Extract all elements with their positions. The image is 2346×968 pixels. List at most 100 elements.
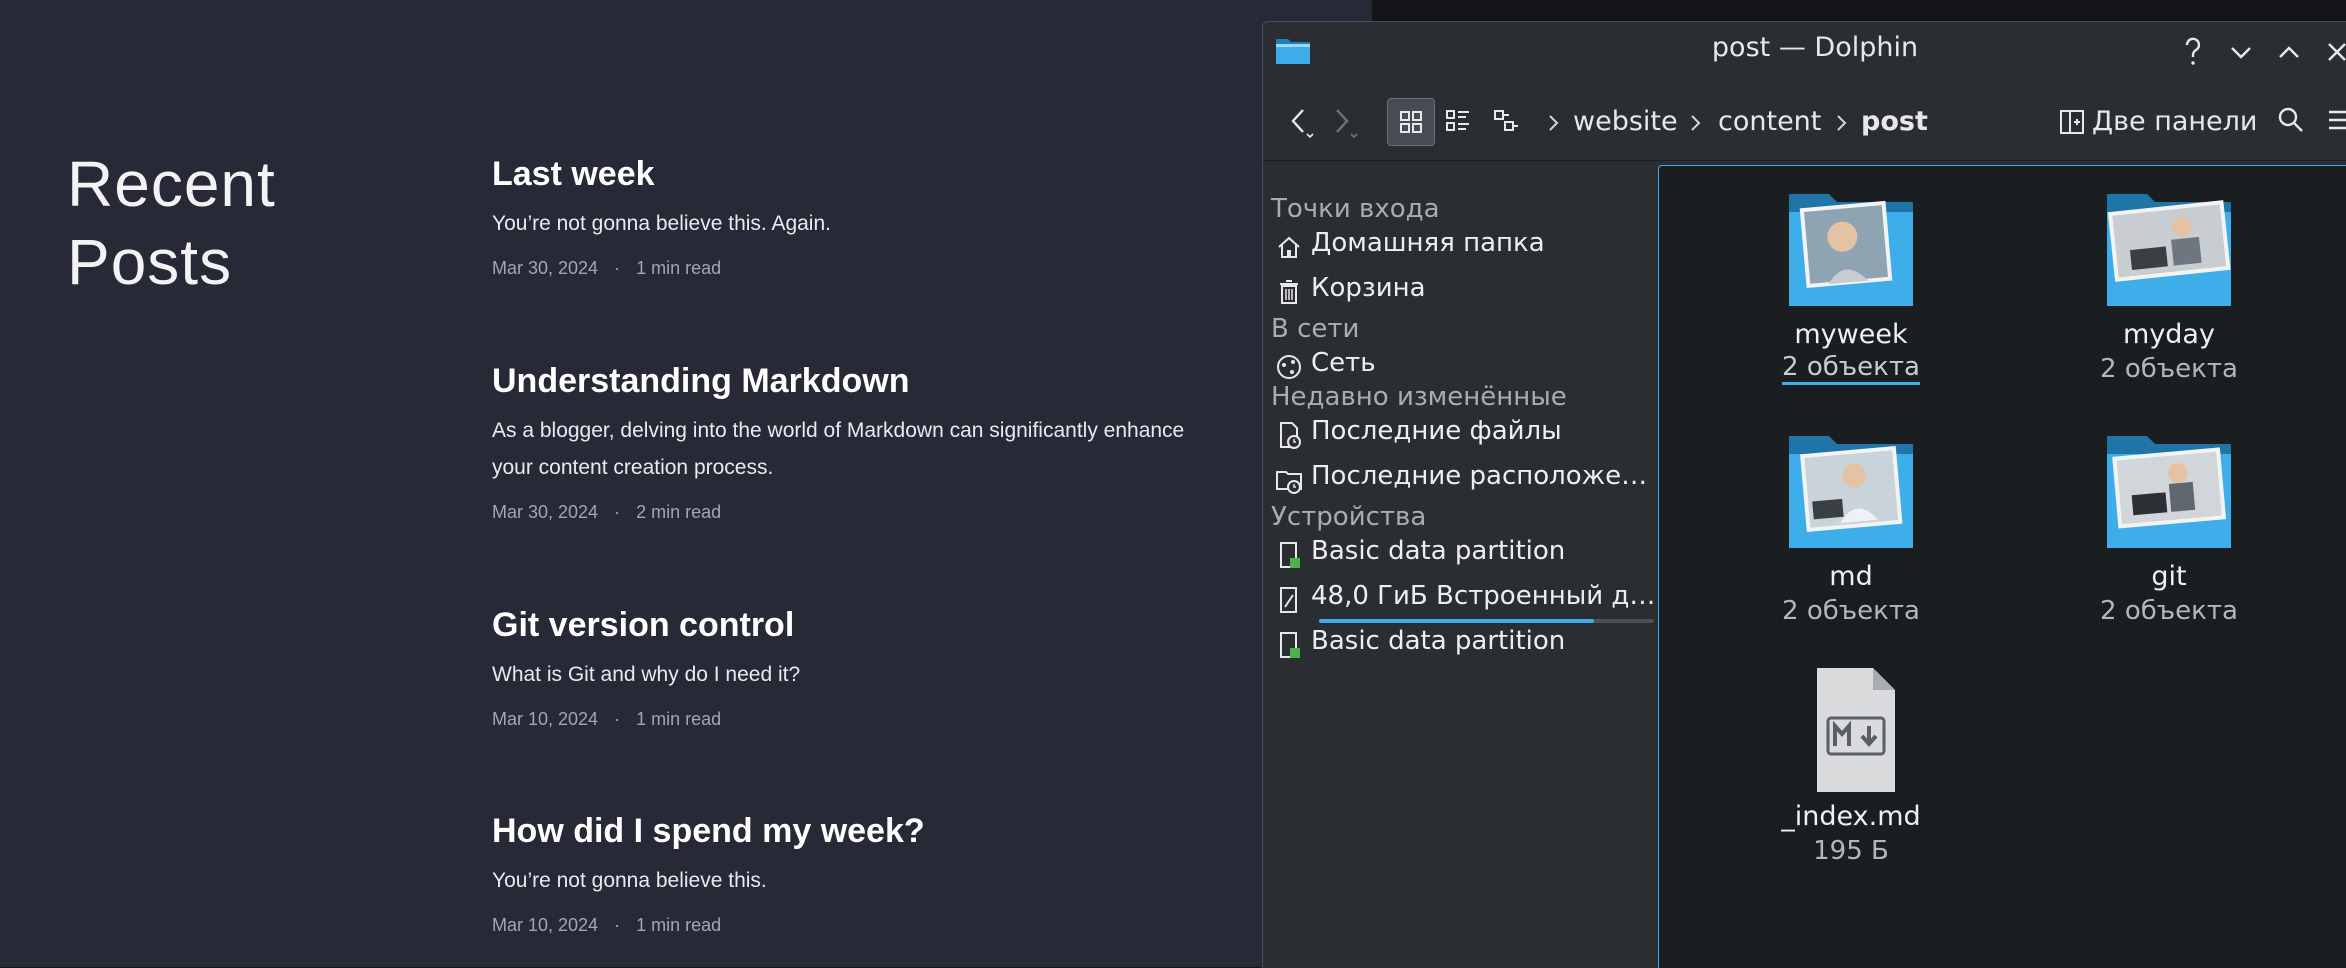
post-title[interactable]: Last week [492, 153, 1252, 195]
toolbar: website content post Две панели [1263, 82, 2346, 162]
place-label: Basic data partition [1311, 626, 1566, 656]
post-title[interactable]: Git version control [492, 604, 1252, 646]
section-recent: Недавно изменённые [1271, 382, 1567, 412]
place-device-1[interactable]: Basic data partition [1271, 534, 1646, 576]
grid-view-icon [1400, 111, 1422, 133]
folder-thumbnail [2099, 426, 2239, 554]
arrow-left-icon [1291, 109, 1314, 139]
item-name: _index.md [1781, 801, 1921, 832]
help-button[interactable] [2175, 34, 2211, 70]
folder-item[interactable]: myweek 2 объекта [1731, 184, 1971, 385]
page-title-line2: Posts [67, 226, 233, 298]
place-trash[interactable]: Корзина [1271, 271, 1646, 313]
post-date: Mar 10, 2024 [492, 709, 599, 729]
breadcrumb-post[interactable]: post [1861, 106, 1928, 137]
drive-icon [1280, 632, 1300, 658]
item-info: 2 объекта [1782, 352, 1920, 385]
maximize-button[interactable] [2271, 34, 2307, 70]
post-description: What is Git and why do I need it? [492, 663, 801, 686]
post-item[interactable]: Understanding Markdown As a blogger, del… [492, 360, 1252, 523]
split-view-label: Две панели [2092, 106, 2258, 137]
place-label: 48,0 ГиБ Встроенный д… [1311, 581, 1656, 611]
folder-item[interactable]: git 2 объекта [2049, 426, 2289, 628]
post-read-time: 1 min read [636, 915, 722, 935]
post-read-time: 1 min read [636, 709, 722, 729]
place-home[interactable]: Домашняя папка [1271, 226, 1646, 268]
post-read-time: 2 min read [636, 502, 722, 522]
post-description: As a blogger, delving into the world of … [492, 412, 1252, 486]
post-item[interactable]: Git version control What is Git and why … [492, 604, 1252, 730]
post-date: Mar 10, 2024 [492, 915, 599, 935]
post-description: You’re not gonna believe this. [492, 869, 767, 892]
back-button[interactable] [1281, 96, 1321, 146]
item-info: 2 объекта [1782, 596, 1920, 626]
post-description-line: your content creation process. [492, 456, 774, 479]
place-label: Последние расположе… [1311, 461, 1648, 491]
place-label: Basic data partition [1311, 536, 1566, 566]
chevron-right-icon [1837, 115, 1847, 131]
post-date: Mar 30, 2024 [492, 502, 599, 522]
place-label: Сеть [1311, 348, 1376, 378]
close-button[interactable] [2319, 34, 2346, 70]
post-item[interactable]: How did I spend my week? You’re not gonn… [492, 810, 1252, 936]
forward-button[interactable] [1325, 96, 1365, 146]
minimize-button[interactable] [2223, 34, 2259, 70]
post-title[interactable]: How did I spend my week? [492, 810, 1252, 852]
chevron-up-icon [2279, 46, 2299, 58]
split-view-button[interactable]: Две панели [2058, 102, 2257, 142]
post-meta: Mar 10, 2024 · 1 min read [492, 709, 1252, 730]
place-device-3[interactable]: Basic data partition [1271, 624, 1646, 666]
drive-icon [1280, 587, 1297, 613]
meta-separator: · [614, 915, 621, 935]
meta-separator: · [614, 502, 621, 522]
folder-icon [2107, 194, 2231, 306]
title-bar[interactable]: post — Dolphin [1263, 22, 2346, 82]
home-icon [1278, 236, 1300, 258]
toolbar-divider [1263, 160, 2346, 161]
trash-icon [1280, 280, 1298, 304]
drive-icon [1280, 542, 1300, 568]
meta-separator: · [614, 258, 621, 278]
folder-icon [1789, 436, 1913, 548]
section-entry-points: Точки входа [1271, 194, 1440, 224]
search-icon [2278, 107, 2303, 132]
search-button[interactable] [2273, 102, 2309, 142]
chevron-right-icon [1549, 115, 1559, 131]
folder-icon [2107, 436, 2231, 548]
file-view[interactable]: myweek 2 объекта myday 2 объекта md 2 об… [1658, 165, 2346, 968]
place-label: Последние файлы [1311, 416, 1562, 446]
item-name: md [1829, 561, 1873, 592]
item-info: 2 объекта [2100, 354, 2238, 384]
menu-button[interactable] [2319, 102, 2346, 142]
compact-view-button[interactable] [1483, 98, 1529, 144]
place-label: Корзина [1311, 273, 1426, 303]
item-name: myweek [1794, 319, 1908, 350]
folder-thumbnail [1781, 184, 1921, 312]
post-meta: Mar 30, 2024 · 1 min read [492, 258, 1252, 279]
place-recent-locations[interactable]: Последние расположе… [1271, 459, 1648, 501]
recent-files-icon [1280, 422, 1301, 449]
folder-item[interactable]: myday 2 объекта [2049, 184, 2289, 386]
post-title[interactable]: Understanding Markdown [492, 360, 1252, 402]
network-icon [1277, 355, 1301, 379]
breadcrumb-website[interactable]: website [1573, 106, 1678, 137]
icons-view-button[interactable] [1387, 98, 1435, 146]
details-view-button[interactable] [1435, 98, 1481, 144]
folder-item[interactable]: md 2 объекта [1731, 426, 1971, 628]
post-item[interactable]: Last week You’re not gonna believe this.… [492, 153, 1252, 279]
folder-thumbnail [1781, 426, 1921, 554]
item-name: git [2151, 561, 2187, 592]
place-device-2[interactable]: 48,0 ГиБ Встроенный д… [1271, 579, 1655, 623]
post-read-time: 1 min read [636, 258, 722, 278]
markdown-file-icon [1817, 668, 1895, 792]
section-network: В сети [1271, 314, 1360, 344]
split-panel-icon [2060, 110, 2084, 134]
breadcrumb-content[interactable]: content [1718, 106, 1821, 137]
file-item[interactable]: _index.md 195 Б [1731, 666, 1971, 868]
places-panel: Точки входа Домашняя папка Корзина В сет… [1263, 162, 1655, 968]
section-devices: Устройства [1271, 502, 1427, 532]
place-label: Домашняя папка [1311, 228, 1545, 258]
chevron-right-icon [1691, 115, 1701, 131]
place-recent-files[interactable]: Последние файлы [1271, 414, 1646, 456]
capacity-bar [1319, 619, 1654, 623]
